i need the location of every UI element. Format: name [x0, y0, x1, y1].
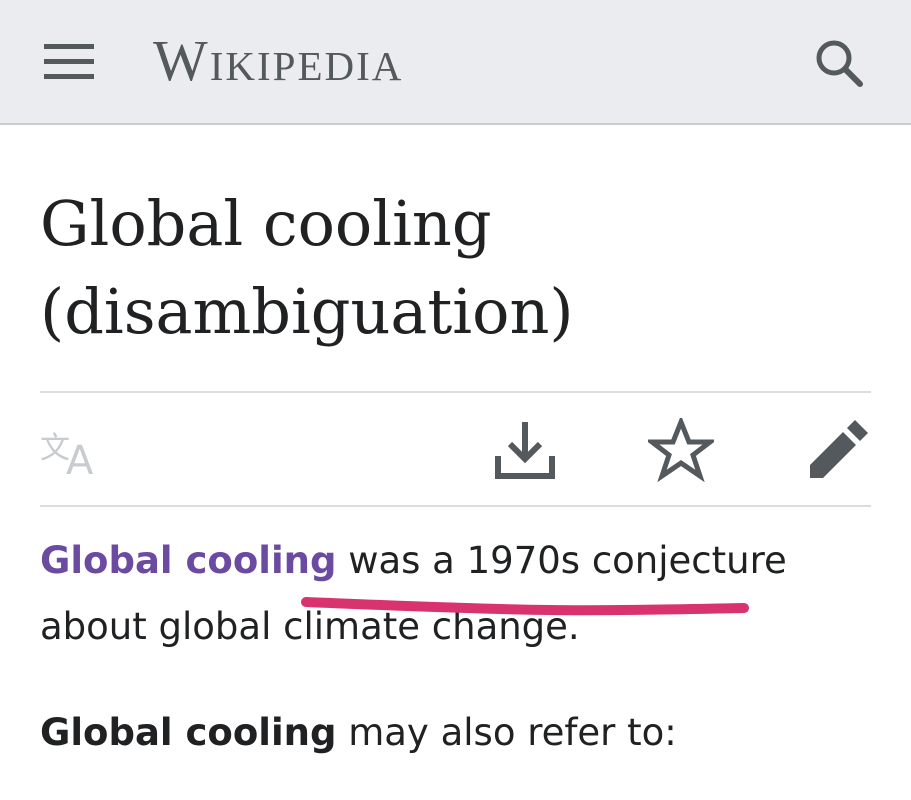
refer-paragraph: Global cooling may also refer to:: [40, 700, 880, 766]
title-divider: [40, 391, 871, 393]
page-title: Global cooling (disambiguation): [40, 187, 574, 348]
wikipedia-wordmark[interactable]: Wikipedia: [153, 26, 403, 96]
app-header: Wikipedia: [0, 0, 911, 125]
svg-text:A: A: [66, 438, 94, 476]
actions-divider: [40, 505, 871, 507]
hamburger-menu-icon[interactable]: [44, 42, 94, 82]
search-icon[interactable]: [812, 36, 866, 90]
global-cooling-link[interactable]: Global cooling: [40, 539, 336, 582]
intro-paragraph: Global cooling was a 1970s conjecture ab…: [40, 528, 880, 660]
refer-bold-term: Global cooling: [40, 711, 337, 754]
refer-text: may also refer to:: [336, 711, 677, 754]
language-icon[interactable]: 文 A: [40, 424, 106, 476]
edit-pencil-icon[interactable]: [806, 418, 870, 482]
star-icon[interactable]: [648, 418, 714, 482]
download-icon[interactable]: [493, 418, 557, 482]
